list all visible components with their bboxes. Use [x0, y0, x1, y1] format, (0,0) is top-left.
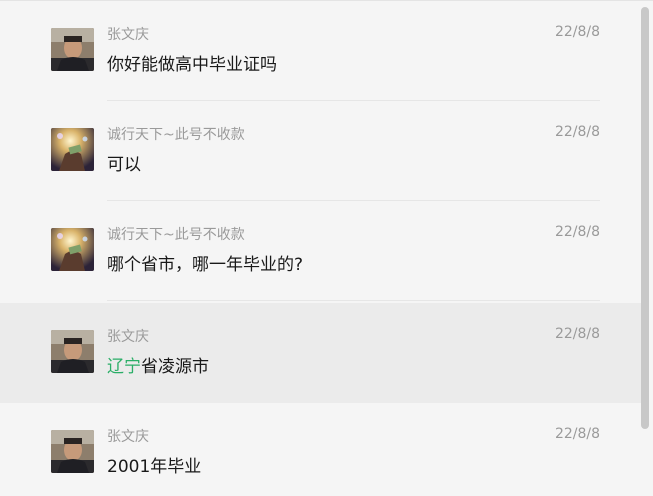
sender-name: 张文庆: [107, 27, 149, 43]
message-time: 22/8/8: [554, 326, 600, 342]
message-time: 22/8/8: [554, 224, 600, 240]
message-text[interactable]: 哪个省市，哪一年毕业的?: [107, 250, 303, 275]
scrollbar-thumb[interactable]: [641, 7, 649, 429]
hand-money-avatar[interactable]: [51, 128, 94, 171]
scrollbar[interactable]: [641, 1, 653, 496]
chat-history-panel: 张文庆 22/8/8 你好能做高中毕业证吗 诚行天下~此号不收款 22/8/8 …: [0, 0, 653, 496]
message-row-selected[interactable]: 张文庆 22/8/8 辽宁省凌源市: [0, 303, 648, 403]
row-divider: [107, 300, 600, 301]
message-row[interactable]: 诚行天下~此号不收款 22/8/8 哪个省市，哪一年毕业的?: [0, 201, 648, 301]
message-row[interactable]: 张文庆 22/8/8 2001年毕业: [0, 403, 648, 496]
sender-name: 张文庆: [107, 429, 149, 445]
message-text-rest: 省凌源市: [141, 357, 209, 377]
man-photo-avatar[interactable]: [51, 430, 94, 473]
message-text[interactable]: 可以: [107, 150, 141, 175]
man-photo-avatar[interactable]: [51, 330, 94, 373]
message-time: 22/8/8: [554, 24, 600, 40]
message-time: 22/8/8: [554, 124, 600, 140]
sender-name: 诚行天下~此号不收款: [107, 127, 245, 143]
man-photo-avatar[interactable]: [51, 28, 94, 71]
message-text[interactable]: 2001年毕业: [107, 452, 201, 477]
message-time: 22/8/8: [554, 426, 600, 442]
search-highlight: 辽宁: [107, 357, 141, 377]
sender-name: 张文庆: [107, 329, 149, 345]
message-row[interactable]: 张文庆 22/8/8 你好能做高中毕业证吗: [0, 1, 648, 101]
sender-name: 诚行天下~此号不收款: [107, 227, 245, 243]
message-row[interactable]: 诚行天下~此号不收款 22/8/8 可以: [0, 101, 648, 201]
hand-money-avatar[interactable]: [51, 228, 94, 271]
message-text[interactable]: 辽宁省凌源市: [107, 352, 209, 377]
message-text[interactable]: 你好能做高中毕业证吗: [107, 50, 277, 75]
